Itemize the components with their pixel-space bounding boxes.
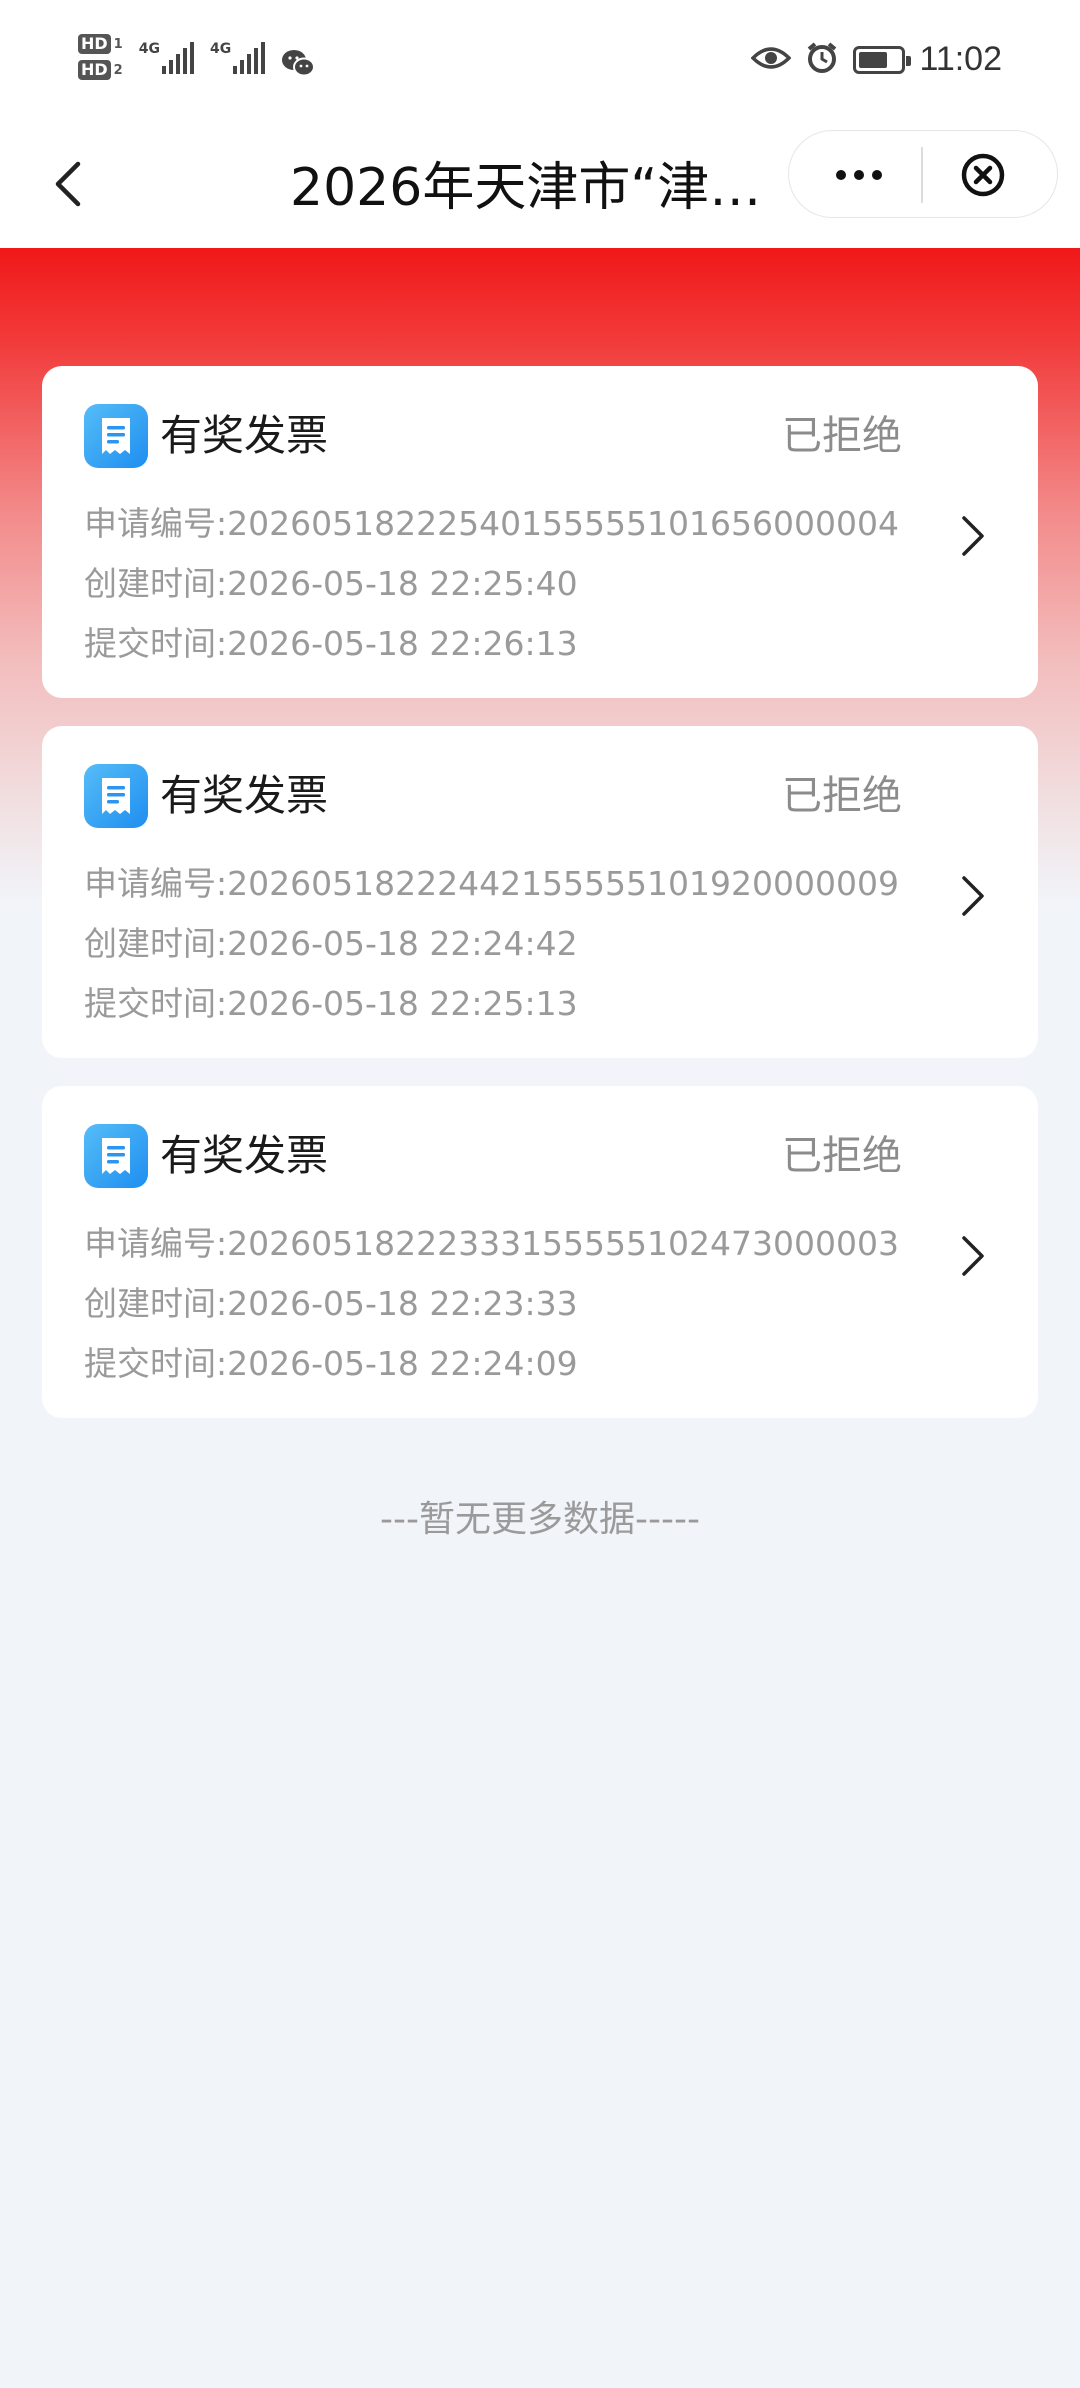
close-button[interactable]	[959, 151, 1007, 199]
miniprogram-capsule	[788, 130, 1058, 218]
card-details: 申请编号:20260518222540155555101656000004 创建…	[84, 494, 899, 674]
no-more-data-text: ---暂无更多数据-----	[380, 1499, 700, 1540]
alarm-icon	[805, 41, 839, 79]
submitted-time-row: 提交时间:2026-05-18 22:25:13	[84, 974, 899, 1034]
signal-icon	[233, 42, 266, 74]
eye-icon	[750, 43, 792, 77]
status-bar: HD 1 HD 2 4G 4G 11:02	[0, 0, 1080, 130]
application-id-value: 20260518222540155555101656000004	[227, 504, 899, 543]
created-time-value: 2026-05-18 22:24:42	[227, 924, 578, 963]
invoice-icon	[84, 764, 148, 828]
created-time-label: 创建时间:	[84, 1284, 228, 1323]
more-button[interactable]	[829, 153, 889, 197]
card-details: 申请编号:20260518222333155555102473000003 创建…	[84, 1214, 899, 1394]
application-id-value: 20260518222442155555101920000009	[227, 864, 899, 903]
card-title: 有奖发票	[160, 1131, 329, 1180]
submitted-time-label: 提交时间:	[84, 624, 228, 663]
capsule-divider	[921, 147, 923, 203]
created-time-label: 创建时间:	[84, 564, 228, 603]
application-id-row: 申请编号:20260518222540155555101656000004	[84, 494, 899, 554]
submitted-time-label: 提交时间:	[84, 984, 228, 1023]
application-card[interactable]: 有奖发票 已拒绝 申请编号:20260518222333155555102473…	[42, 1086, 1038, 1418]
submitted-time-label: 提交时间:	[84, 1344, 228, 1383]
submitted-time-value: 2026-05-18 22:25:13	[227, 984, 578, 1023]
invoice-icon	[84, 1124, 148, 1188]
status-badge: 已拒绝	[782, 1133, 902, 1179]
application-card[interactable]: 有奖发票 已拒绝 申请编号:20260518222540155555101656…	[42, 366, 1038, 698]
page-title: 2026年天津市“津乐…	[290, 158, 790, 218]
signal-1: 4G	[139, 42, 194, 74]
created-time-row: 创建时间:2026-05-18 22:24:42	[84, 914, 899, 974]
created-time-row: 创建时间:2026-05-18 22:23:33	[84, 1274, 899, 1334]
battery-fill	[859, 51, 888, 68]
status-bar-left: HD 1 HD 2 4G 4G	[78, 34, 316, 82]
network-type-1: 4G	[138, 41, 160, 57]
created-time-label: 创建时间:	[84, 924, 228, 963]
status-bar-right: 11:02	[750, 40, 1002, 79]
created-time-value: 2026-05-18 22:23:33	[227, 1284, 578, 1323]
submitted-time-row: 提交时间:2026-05-18 22:26:13	[84, 614, 899, 674]
created-time-value: 2026-05-18 22:25:40	[227, 564, 578, 603]
application-id-label: 申请编号:	[84, 864, 228, 903]
submitted-time-row: 提交时间:2026-05-18 22:24:09	[84, 1334, 899, 1394]
close-circle-icon	[961, 153, 1005, 197]
status-badge: 已拒绝	[782, 773, 902, 819]
network-type-2: 4G	[209, 41, 232, 57]
hd-icon: HD	[78, 60, 111, 80]
sim-badges: HD 1 HD 2	[78, 34, 123, 80]
sim1-badge: HD 1	[78, 34, 123, 54]
back-arrow-icon	[55, 161, 81, 207]
back-button[interactable]	[40, 152, 104, 216]
signal-icon	[161, 42, 194, 74]
application-id-row: 申请编号:20260518222442155555101920000009	[84, 854, 899, 914]
chevron-right-icon[interactable]	[950, 506, 994, 566]
navigation-bar: 2026年天津市“津乐…	[0, 130, 1080, 248]
hd-icon: HD	[78, 34, 111, 54]
chevron-right-icon[interactable]	[950, 1226, 994, 1286]
sim1-number: 1	[113, 36, 123, 52]
card-title: 有奖发票	[160, 771, 329, 820]
wechat-icon	[281, 48, 316, 82]
created-time-row: 创建时间:2026-05-18 22:25:40	[84, 554, 899, 614]
application-list: 有奖发票 已拒绝 申请编号:20260518222540155555101656…	[42, 366, 1038, 1446]
application-id-label: 申请编号:	[84, 1224, 228, 1263]
more-dots-icon	[836, 170, 882, 180]
invoice-icon	[84, 404, 148, 468]
application-id-row: 申请编号:20260518222333155555102473000003	[84, 1214, 899, 1274]
application-card[interactable]: 有奖发票 已拒绝 申请编号:20260518222442155555101920…	[42, 726, 1038, 1058]
application-id-value: 20260518222333155555102473000003	[227, 1224, 899, 1263]
status-badge: 已拒绝	[782, 413, 902, 459]
application-id-label: 申请编号:	[84, 504, 228, 543]
sim2-number: 2	[113, 62, 123, 78]
battery-icon	[853, 45, 912, 74]
status-time: 11:02	[919, 40, 1002, 78]
card-title: 有奖发票	[160, 411, 329, 460]
submitted-time-value: 2026-05-18 22:24:09	[227, 1344, 578, 1383]
signal-2: 4G	[209, 41, 266, 74]
chevron-right-icon[interactable]	[950, 866, 994, 926]
submitted-time-value: 2026-05-18 22:26:13	[227, 624, 578, 663]
sim2-badge: HD 2	[78, 60, 123, 80]
card-details: 申请编号:20260518222442155555101920000009 创建…	[84, 854, 899, 1034]
